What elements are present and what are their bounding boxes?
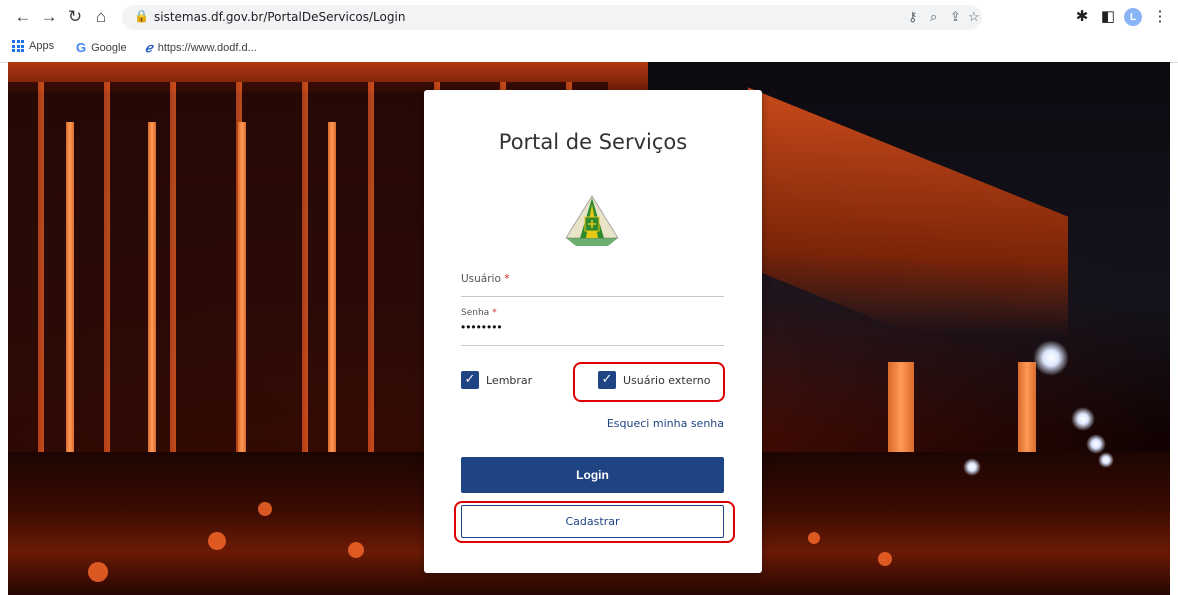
page-title: Portal de Serviços (498, 130, 688, 154)
bookmarks-bar: Apps G Google ℯ https://www.dodf.d... (0, 38, 1178, 60)
menu-icon[interactable]: ⋮ (1150, 7, 1170, 27)
bookmark-dodf[interactable]: ℯ https://www.dodf.d... (145, 40, 257, 56)
login-button[interactable]: Login (461, 457, 724, 493)
brasao-emblem-icon (565, 195, 619, 246)
password-value: •••••••• (461, 320, 503, 334)
lock-icon[interactable]: 🔒 (134, 9, 149, 23)
password-label: Senha (461, 308, 490, 318)
url-text: sistemas.df.gov.br/PortalDeServicos/Logi… (154, 10, 406, 24)
highlight-external-user (573, 362, 725, 402)
profile-avatar[interactable]: L (1124, 8, 1142, 26)
browser-toolbar: ← → ↻ ⌂ 🔒 sistemas.df.gov.br/PortalDeSer… (0, 0, 1178, 63)
bookmark-label: https://www.dodf.d... (157, 42, 257, 54)
reload-icon[interactable]: ↻ (64, 6, 86, 28)
google-icon: G (76, 40, 87, 55)
checkmark-icon[interactable]: ✓ (461, 371, 479, 389)
side-panel-icon[interactable]: ◧ (1098, 7, 1118, 27)
ie-icon: ℯ (145, 40, 153, 55)
username-label: Usuário (461, 273, 501, 285)
zoom-icon[interactable]: ⌕ (930, 9, 937, 25)
extensions-icon[interactable]: ✱ (1072, 7, 1092, 27)
highlight-register-button (454, 501, 735, 543)
bookmark-label: Google (91, 41, 127, 54)
share-icon[interactable]: ⇪ (950, 9, 961, 25)
home-icon[interactable]: ⌂ (90, 6, 112, 28)
password-field[interactable]: Senha * •••••••• (461, 308, 724, 346)
key-icon[interactable]: ⚷ (908, 9, 918, 25)
remember-checkbox[interactable]: ✓ Lembrar (461, 371, 532, 389)
forward-icon[interactable]: → (38, 6, 60, 28)
address-bar[interactable]: 🔒 sistemas.df.gov.br/PortalDeServicos/Lo… (122, 5, 982, 30)
bookmark-google[interactable]: G Google (76, 40, 127, 55)
bookmark-label: Apps (29, 40, 55, 52)
bookmark-apps[interactable]: Apps (12, 40, 54, 52)
remember-label: Lembrar (486, 373, 533, 387)
back-icon[interactable]: ← (12, 6, 34, 28)
username-field[interactable]: Usuário * (461, 273, 724, 297)
forgot-password-link[interactable]: Esqueci minha senha (607, 417, 724, 430)
required-mark: * (504, 273, 510, 285)
required-mark: * (492, 308, 497, 318)
bookmark-star-icon[interactable]: ☆ (968, 9, 980, 25)
apps-grid-icon (12, 40, 24, 52)
